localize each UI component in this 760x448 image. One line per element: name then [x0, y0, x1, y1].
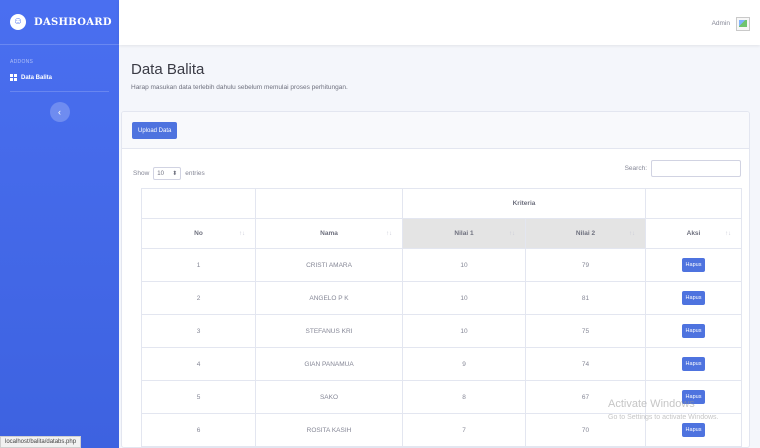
cell-nilai1: 10	[402, 314, 526, 348]
browser-status-bar: localhost/balita/databs.php	[0, 436, 82, 448]
col-nilai2[interactable]: Nilai 2 ↑↓	[525, 218, 646, 249]
sidebar-item-data-balita[interactable]: Data Balita	[10, 74, 119, 81]
user-name[interactable]: Admin	[712, 20, 730, 27]
cell-nama: STEFANUS KRI	[255, 314, 403, 348]
cell-nilai1: 10	[402, 248, 526, 282]
cell-aksi: Hapus	[645, 281, 742, 315]
hapus-button[interactable]: Hapus	[681, 423, 706, 437]
sidebar-heading: ADDONS	[10, 59, 34, 65]
cell-nilai1: 10	[402, 281, 526, 315]
entries-select[interactable]: 10 ⬍	[153, 167, 182, 180]
kriteria-header: Kriteria	[402, 188, 646, 219]
sort-icon: ↑↓	[725, 230, 731, 237]
upload-data-button[interactable]: Upload Data	[132, 122, 178, 139]
cell-no: 5	[141, 380, 256, 414]
cell-no: 3	[141, 314, 256, 348]
cell-nilai2: 74	[525, 347, 646, 381]
cell-aksi: Hapus	[645, 248, 742, 282]
sidebar-toggle-button[interactable]: ‹	[49, 102, 70, 122]
sidebar-divider	[10, 91, 109, 92]
sidebar-item-label: Data Balita	[21, 74, 53, 81]
cell-aksi: Hapus	[645, 314, 742, 348]
table-row: 3 STEFANUS KRI 10 75 Hapus	[141, 314, 742, 348]
sidebar: ☺ DASHBOARD ADDONS Data Balita ‹	[0, 0, 119, 448]
brand-text: DASHBOARD	[34, 16, 112, 28]
col-aksi[interactable]: Aksi ↑↓	[645, 218, 742, 249]
hapus-button[interactable]: Hapus	[681, 324, 706, 338]
cell-nilai1: 7	[402, 413, 526, 447]
topbar: Admin	[119, 0, 760, 45]
header-spacer	[645, 188, 742, 219]
cell-nama: ROSITA KASIH	[255, 413, 403, 447]
sort-icon: ↑↓	[239, 230, 245, 237]
search-control: Search:	[625, 160, 741, 177]
col-nilai2-label: Nilai 2	[575, 230, 596, 237]
cell-nilai1: 9	[402, 347, 526, 381]
hapus-button[interactable]: Hapus	[681, 258, 706, 272]
col-nama[interactable]: Nama ↑↓	[255, 218, 403, 249]
sort-icon: ↑↓	[386, 230, 392, 237]
cell-nilai2: 81	[525, 281, 646, 315]
show-label: Show	[133, 170, 150, 177]
entries-label: entries	[185, 170, 205, 177]
entries-value: 10	[157, 170, 164, 177]
activation-watermark-title: Activate Windows	[608, 398, 695, 410]
col-no[interactable]: No ↑↓	[141, 218, 256, 249]
cell-nama: ANGELO P K	[255, 281, 403, 315]
entries-control: Show 10 ⬍ entries	[133, 167, 205, 180]
cell-nama: GIAN PANAMUA	[255, 347, 403, 381]
cell-no: 4	[141, 347, 256, 381]
card-header: Upload Data	[122, 112, 749, 149]
select-arrows-icon: ⬍	[172, 171, 178, 177]
table-icon	[10, 74, 17, 81]
col-aksi-label: Aksi	[686, 230, 701, 237]
table-row: 1 CRISTI AMARA 10 79 Hapus	[141, 248, 742, 282]
header-spacer	[255, 188, 403, 219]
col-nama-label: Nama	[320, 230, 338, 237]
page-subtitle: Harap masukan data terlebih dahulu sebel…	[131, 84, 348, 91]
sidebar-brand[interactable]: ☺ DASHBOARD	[0, 0, 119, 45]
chevron-left-icon: ‹	[58, 107, 61, 117]
cell-nilai2: 79	[525, 248, 646, 282]
cell-aksi: Hapus	[645, 347, 742, 381]
table-row: 4 GIAN PANAMUA 9 74 Hapus	[141, 347, 742, 381]
cell-nama: SAKO	[255, 380, 403, 414]
cell-no: 1	[141, 248, 256, 282]
cell-no: 6	[141, 413, 256, 447]
hapus-button[interactable]: Hapus	[681, 357, 706, 371]
hapus-button[interactable]: Hapus	[681, 291, 706, 305]
cell-no: 2	[141, 281, 256, 315]
cell-nilai1: 8	[402, 380, 526, 414]
table-row: 2 ANGELO P K 10 81 Hapus	[141, 281, 742, 315]
header-spacer	[141, 188, 256, 219]
search-input[interactable]	[651, 160, 741, 177]
sort-icon: ↑↓	[629, 230, 635, 237]
cell-nama: CRISTI AMARA	[255, 248, 403, 282]
col-nilai1-label: Nilai 1	[454, 230, 474, 237]
col-no-label: No	[194, 230, 203, 237]
search-label: Search:	[624, 165, 647, 172]
cell-nilai2: 75	[525, 314, 646, 348]
page-title: Data Balita	[131, 61, 205, 78]
activation-watermark-text: Go to Settings to activate Windows.	[608, 414, 719, 421]
smile-icon: ☺	[10, 14, 26, 30]
broken-image-icon[interactable]	[736, 17, 750, 31]
col-nilai1[interactable]: Nilai 1 ↑↓	[402, 218, 526, 249]
sort-icon: ↑↓	[509, 230, 515, 237]
